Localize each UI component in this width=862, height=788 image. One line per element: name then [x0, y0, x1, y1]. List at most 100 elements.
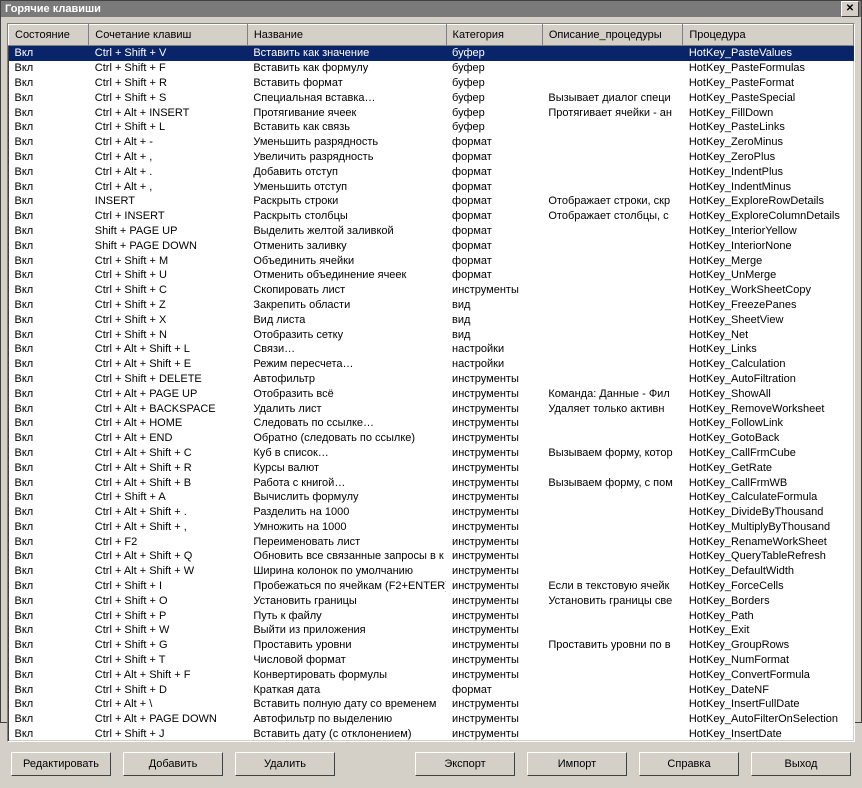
- table-row[interactable]: ВклCtrl + F2Переименовать листинструмент…: [9, 534, 854, 549]
- export-button[interactable]: Экспорт: [415, 752, 515, 776]
- table-row[interactable]: ВклCtrl + Alt + Shift + ,Умножить на 100…: [9, 520, 854, 535]
- table-row[interactable]: ВклCtrl + Alt + .Добавить отступформатHo…: [9, 164, 854, 179]
- table-row[interactable]: ВклCtrl + Alt + PAGE DOWNАвтофильтр по в…: [9, 712, 854, 727]
- table-row[interactable]: ВклCtrl + Shift + MОбъединить ячейкиформ…: [9, 253, 854, 268]
- cell-proc: HotKey_FollowLink: [683, 416, 854, 431]
- exit-button[interactable]: Выход: [751, 752, 851, 776]
- cell-desc: [542, 608, 682, 623]
- cell-cat: инструменты: [446, 579, 542, 594]
- cell-proc: HotKey_WorkSheetCopy: [683, 283, 854, 298]
- table-row[interactable]: ВклCtrl + Shift + PПуть к файлуинструмен…: [9, 608, 854, 623]
- table-row[interactable]: ВклCtrl + Alt + Shift + BРабота с книгой…: [9, 475, 854, 490]
- column-header[interactable]: Процедура: [683, 25, 854, 46]
- table-row[interactable]: ВклCtrl + Alt + \Вставить полную дату со…: [9, 697, 854, 712]
- table-row[interactable]: ВклCtrl + Alt + Shift + LСвязи…настройки…: [9, 342, 854, 357]
- column-header[interactable]: Сочетание клавиш: [89, 25, 248, 46]
- table-row[interactable]: ВклCtrl + Alt + Shift + EРежим пересчета…: [9, 357, 854, 372]
- cell-name: Отобразить сетку: [247, 327, 446, 342]
- cell-name: Вставить как формулу: [247, 61, 446, 76]
- cell-proc: HotKey_PasteValues: [683, 46, 854, 61]
- table-row[interactable]: ВклCtrl + Shift + VВставить как значение…: [9, 46, 854, 61]
- cell-name: Проставить уровни: [247, 638, 446, 653]
- table-row[interactable]: ВклShift + PAGE DOWNОтменить заливкуформ…: [9, 238, 854, 253]
- table-row[interactable]: ВклCtrl + Shift + AВычислить формулуинст…: [9, 490, 854, 505]
- cell-proc: HotKey_ShowAll: [683, 386, 854, 401]
- table-row[interactable]: ВклCtrl + Alt + BACKSPACEУдалить листинс…: [9, 401, 854, 416]
- table-row[interactable]: ВклCtrl + Shift + FВставить как формулуб…: [9, 61, 854, 76]
- cell-proc: HotKey_Path: [683, 608, 854, 623]
- help-button[interactable]: Справка: [639, 752, 739, 776]
- column-header[interactable]: Состояние: [9, 25, 89, 46]
- hotkeys-grid[interactable]: СостояниеСочетание клавишНазваниеКатегор…: [8, 24, 854, 741]
- table-row[interactable]: ВклCtrl + Shift + XВид листавидHotKey_Sh…: [9, 312, 854, 327]
- column-header[interactable]: Описание_процедуры: [542, 25, 682, 46]
- cell-desc: [542, 238, 682, 253]
- content-area: СостояниеСочетание клавишНазваниеКатегор…: [1, 17, 861, 788]
- table-row[interactable]: ВклCtrl + Shift + OУстановить границыинс…: [9, 593, 854, 608]
- table-row[interactable]: ВклCtrl + Shift + DКраткая датаформатHot…: [9, 682, 854, 697]
- cell-name: Переименовать лист: [247, 534, 446, 549]
- cell-desc: [542, 697, 682, 712]
- table-row[interactable]: ВклCtrl + Shift + CСкопировать листинстр…: [9, 283, 854, 298]
- edit-button[interactable]: Редактировать: [11, 752, 111, 776]
- table-row[interactable]: ВклShift + PAGE UPВыделить желтой заливк…: [9, 224, 854, 239]
- table-row[interactable]: ВклCtrl + Alt + Shift + CКуб в список…ин…: [9, 446, 854, 461]
- cell-cat: буфер: [446, 120, 542, 135]
- table-row[interactable]: ВклCtrl + Alt + INSERTПротягивание ячеек…: [9, 105, 854, 120]
- cell-state: Вкл: [9, 209, 89, 224]
- add-button[interactable]: Добавить: [123, 752, 223, 776]
- table-row[interactable]: ВклCtrl + Shift + ZЗакрепить областивидH…: [9, 298, 854, 313]
- table-row[interactable]: ВклCtrl + Alt + Shift + RКурсы валютинст…: [9, 460, 854, 475]
- table-row[interactable]: ВклCtrl + Shift + SСпециальная вставка…б…: [9, 90, 854, 105]
- cell-proc: HotKey_ForceCells: [683, 579, 854, 594]
- table-row[interactable]: ВклCtrl + Alt + ,Уменьшить отступформатH…: [9, 179, 854, 194]
- cell-state: Вкл: [9, 90, 89, 105]
- cell-proc: HotKey_FreezePanes: [683, 298, 854, 313]
- table-row[interactable]: ВклCtrl + Alt + Shift + .Разделить на 10…: [9, 505, 854, 520]
- cell-name: Умножить на 1000: [247, 520, 446, 535]
- table-row[interactable]: ВклCtrl + Alt + Shift + QОбновить все св…: [9, 549, 854, 564]
- cell-combo: Ctrl + Alt + Shift + F: [89, 667, 248, 682]
- table-row[interactable]: ВклCtrl + Alt + -Уменьшить разрядностьфо…: [9, 135, 854, 150]
- table-row[interactable]: ВклCtrl + Shift + WВыйти из приложенияин…: [9, 623, 854, 638]
- table-row[interactable]: ВклCtrl + INSERTРаскрыть столбцыформатОт…: [9, 209, 854, 224]
- cell-desc: [542, 520, 682, 535]
- table-row[interactable]: ВклCtrl + Shift + IПробежаться по ячейка…: [9, 579, 854, 594]
- cell-state: Вкл: [9, 623, 89, 638]
- table-row[interactable]: ВклCtrl + Shift + NОтобразить сеткувидHo…: [9, 327, 854, 342]
- table-row[interactable]: ВклCtrl + Shift + TЧисловой форматинстру…: [9, 653, 854, 668]
- column-header[interactable]: Категория: [446, 25, 542, 46]
- cell-proc: HotKey_GotoBack: [683, 431, 854, 446]
- import-button[interactable]: Импорт: [527, 752, 627, 776]
- column-header[interactable]: Название: [247, 25, 446, 46]
- table-row[interactable]: ВклCtrl + Alt + Shift + FКонвертировать …: [9, 667, 854, 682]
- cell-combo: Ctrl + Shift + A: [89, 490, 248, 505]
- table-row[interactable]: ВклCtrl + Alt + Shift + WШирина колонок …: [9, 564, 854, 579]
- table-row[interactable]: ВклCtrl + Alt + ENDОбратно (следовать по…: [9, 431, 854, 446]
- cell-state: Вкл: [9, 638, 89, 653]
- close-icon[interactable]: ✕: [841, 1, 859, 17]
- table-row[interactable]: ВклINSERTРаскрыть строкиформатОтображает…: [9, 194, 854, 209]
- cell-combo: Ctrl + Shift + J: [89, 727, 248, 742]
- table-row[interactable]: ВклCtrl + Shift + DELETEАвтофильтринстру…: [9, 372, 854, 387]
- cell-cat: формат: [446, 238, 542, 253]
- table-row[interactable]: ВклCtrl + Shift + JВставить дату (с откл…: [9, 727, 854, 742]
- cell-desc: [542, 342, 682, 357]
- cell-state: Вкл: [9, 194, 89, 209]
- cell-name: Разделить на 1000: [247, 505, 446, 520]
- cell-name: Вид листа: [247, 312, 446, 327]
- cell-combo: Ctrl + Shift + M: [89, 253, 248, 268]
- cell-proc: HotKey_AutoFilterOnSelection: [683, 712, 854, 727]
- table-row[interactable]: ВклCtrl + Shift + UОтменить объединение …: [9, 268, 854, 283]
- table-row[interactable]: ВклCtrl + Alt + PAGE UPОтобразить всёинс…: [9, 386, 854, 401]
- table-row[interactable]: ВклCtrl + Alt + HOMEСледовать по ссылке……: [9, 416, 854, 431]
- titlebar[interactable]: Горячие клавиши ✕: [1, 1, 861, 17]
- table-row[interactable]: ВклCtrl + Shift + GПроставить уровниинст…: [9, 638, 854, 653]
- table-row[interactable]: ВклCtrl + Shift + LВставить как связьбуф…: [9, 120, 854, 135]
- cell-combo: Ctrl + Alt + Shift + ,: [89, 520, 248, 535]
- delete-button[interactable]: Удалить: [235, 752, 335, 776]
- table-row[interactable]: ВклCtrl + Alt + ,Увеличить разрядностьфо…: [9, 150, 854, 165]
- table-row[interactable]: ВклCtrl + Shift + RВставить форматбуферH…: [9, 76, 854, 91]
- cell-combo: Ctrl + Shift + F: [89, 61, 248, 76]
- hotkeys-window: Горячие клавиши ✕ СостояниеСочетание кла…: [0, 0, 862, 723]
